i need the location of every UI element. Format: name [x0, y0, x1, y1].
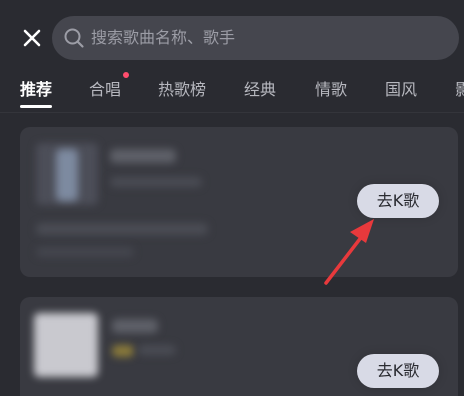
close-button[interactable] — [18, 24, 46, 52]
ksong-button[interactable]: 去K歌 — [357, 354, 439, 388]
new-badge-dot — [123, 72, 129, 78]
tab-recommend[interactable]: 推荐 — [20, 79, 52, 101]
blurred-song-title — [112, 319, 158, 333]
tab-hot-songs[interactable]: 热歌榜 — [158, 79, 206, 101]
blurred-artist — [110, 177, 202, 187]
search-input[interactable]: 搜索歌曲名称、歌手 — [52, 16, 459, 60]
tab-chorus[interactable]: 合唱 — [89, 79, 121, 101]
tabs-divider — [0, 112, 464, 113]
category-tabs: 推荐 合唱 热歌榜 经典 情歌 国风 影 — [0, 74, 464, 110]
close-icon — [23, 29, 41, 47]
ksong-song-picker-screen: 搜索歌曲名称、歌手 推荐 合唱 热歌榜 经典 情歌 国风 影 去K歌 去K歌 — [0, 0, 464, 396]
tab-classic[interactable]: 经典 — [244, 79, 276, 101]
blurred-cover-figure — [56, 149, 78, 201]
tab-film[interactable]: 影 — [455, 79, 464, 101]
blurred-tag — [112, 345, 134, 357]
blurred-lyric-line — [36, 223, 208, 235]
tab-love-songs[interactable]: 情歌 — [315, 79, 347, 101]
album-cover — [34, 313, 98, 377]
tab-chinese-style[interactable]: 国风 — [385, 79, 417, 101]
search-placeholder: 搜索歌曲名称、歌手 — [91, 28, 236, 47]
blurred-artist — [138, 345, 176, 355]
ksong-button[interactable]: 去K歌 — [357, 184, 439, 218]
search-icon — [64, 28, 84, 48]
blurred-song-title — [110, 149, 176, 163]
blurred-meta-line — [36, 247, 134, 257]
top-bar: 搜索歌曲名称、歌手 — [0, 0, 464, 74]
active-tab-indicator — [20, 105, 52, 108]
